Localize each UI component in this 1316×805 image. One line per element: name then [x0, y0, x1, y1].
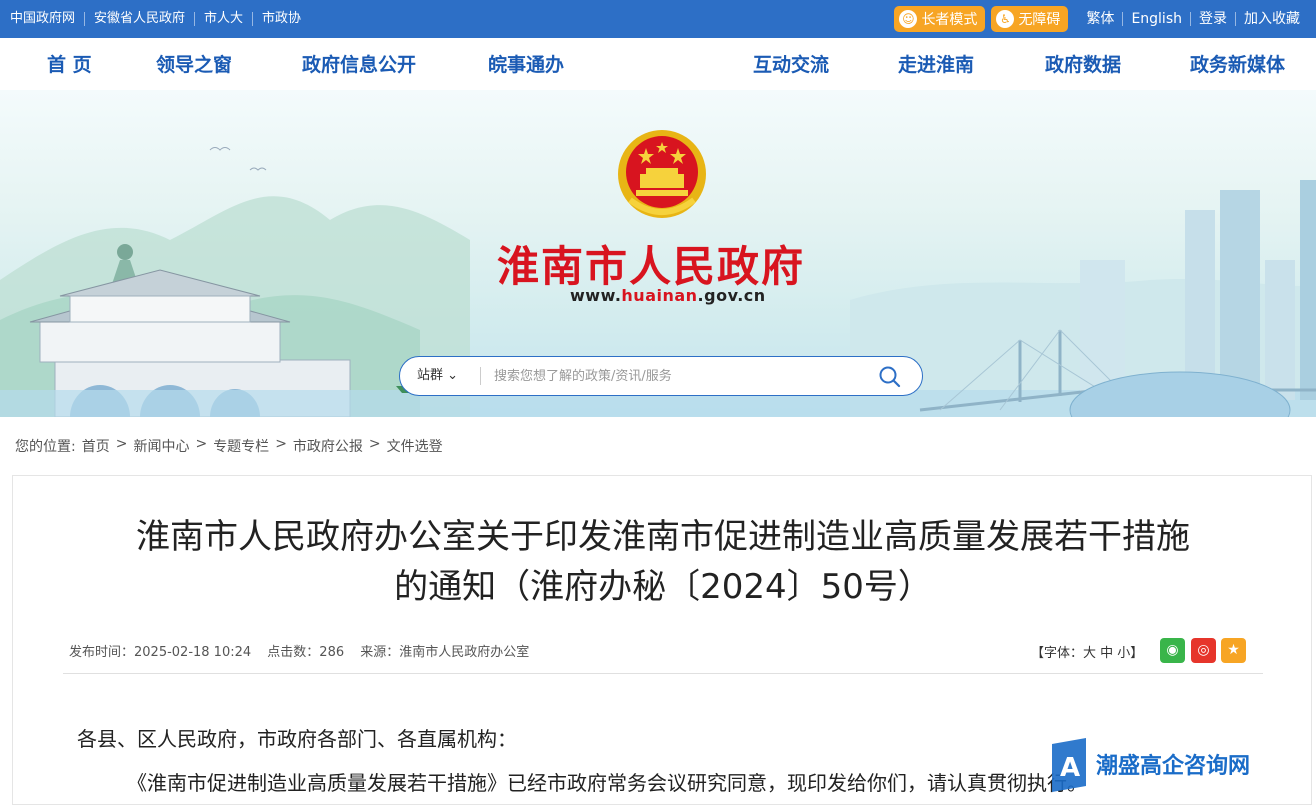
breadcrumb-home[interactable]: 首页: [82, 436, 110, 456]
search-icon[interactable]: [878, 365, 902, 389]
accessibility-button[interactable]: ♿ 无障碍: [991, 6, 1069, 32]
article-title-line-2: 的通知（淮府办秘〔2024〕50号）: [394, 567, 932, 607]
elder-mode-button[interactable]: ☺ 长者模式: [894, 6, 986, 32]
article-meta: 发布时间：2025-02-18 10:24 点击数：286 来源：淮南市人民政府…: [69, 641, 541, 660]
watermark-logo-icon: A: [1052, 738, 1086, 792]
search-bar: 站群 ⌄: [399, 356, 923, 396]
add-favorite-link[interactable]: 加入收藏: [1235, 12, 1308, 26]
site-url: www.huainan.gov.cn: [570, 286, 766, 305]
top-right-tools: ☺ 长者模式 ♿ 无障碍 繁体 English 登录 加入收藏: [894, 0, 1308, 38]
breadcrumb-label: 您的位置:: [15, 439, 76, 455]
meta-divider: [63, 673, 1263, 674]
click-count: 点击数：286: [267, 645, 345, 660]
breadcrumb-documents[interactable]: 文件选登: [387, 436, 443, 456]
article-salutation: 各县、区人民政府，市政府各部门、各直属机构：: [77, 727, 517, 751]
login-link[interactable]: 登录: [1190, 12, 1235, 26]
breadcrumb-news[interactable]: 新闻中心: [133, 436, 189, 456]
nav-about-huainan[interactable]: 走进淮南: [898, 38, 974, 90]
publish-time: 发布时间：2025-02-18 10:24: [69, 645, 252, 660]
site-url-domain: huainan: [621, 286, 698, 305]
nav-gov-data[interactable]: 政府数据: [1045, 38, 1121, 90]
nav-services[interactable]: 皖事通办: [488, 38, 564, 90]
nav-new-media[interactable]: 政务新媒体: [1190, 38, 1285, 90]
article-paragraph: 《淮南市促进制造业高质量发展若干措施》已经市政府常务会议研究同意，现印发给你们，…: [127, 771, 1087, 795]
external-links: 中国政府网 安徽省人民政府 市人大 市政协: [10, 0, 310, 38]
elder-mode-label: 长者模式: [921, 12, 978, 28]
watermark-text: 潮盛高企咨询网: [1096, 753, 1251, 779]
english-link[interactable]: English: [1122, 12, 1190, 26]
top-bar: 中国政府网 安徽省人民政府 市人大 市政协 ☺ 长者模式 ♿ 无障碍 繁体 En…: [0, 0, 1316, 38]
link-china-gov[interactable]: 中国政府网: [10, 12, 84, 26]
site-title: 淮南市人民政府: [497, 242, 806, 291]
elder-icon: ☺: [899, 10, 918, 28]
watermark: A 潮盛高企咨询网: [1046, 734, 1250, 794]
link-city-cppcc[interactable]: 市政协: [252, 12, 310, 26]
accessibility-label: 无障碍: [1018, 12, 1061, 28]
site-url-suffix: .gov.cn: [697, 286, 766, 305]
header-banner: 淮南市人民政府 www.huainan.gov.cn 站群 ⌄: [0, 90, 1316, 417]
article-title: 淮南市人民政府办公室关于印发淮南市促进制造业高质量发展若干措施 的通知（淮府办秘…: [53, 512, 1273, 612]
search-separator: [480, 367, 481, 385]
nav-gov-info[interactable]: 政府信息公开: [302, 38, 416, 90]
national-emblem-icon: [618, 130, 706, 218]
main-nav: 首 页 领导之窗 政府信息公开 皖事通办 互动交流 走进淮南 政府数据 政务新媒…: [0, 38, 1316, 90]
weibo-share-icon[interactable]: ◎: [1191, 638, 1216, 663]
breadcrumb-topics[interactable]: 专题专栏: [213, 436, 269, 456]
wechat-share-icon[interactable]: ◉: [1160, 638, 1185, 663]
wheelchair-icon: ♿: [996, 10, 1015, 28]
link-city-congress[interactable]: 市人大: [194, 12, 252, 26]
breadcrumb-gazette[interactable]: 市政府公报: [293, 436, 363, 456]
article-title-line-1: 淮南市人民政府办公室关于印发淮南市促进制造业高质量发展若干措施: [136, 517, 1190, 557]
site-url-prefix: www.: [570, 286, 622, 305]
svg-text:A: A: [1060, 753, 1080, 783]
breadcrumb-separator: >: [115, 436, 128, 452]
nav-leaders[interactable]: 领导之窗: [156, 38, 232, 90]
nav-home[interactable]: 首 页: [47, 38, 92, 90]
search-scope-select[interactable]: 站群 ⌄: [417, 357, 458, 395]
nav-interaction[interactable]: 互动交流: [753, 38, 829, 90]
traditional-chinese-link[interactable]: 繁体: [1078, 12, 1122, 26]
breadcrumb-separator: >: [195, 436, 208, 452]
search-input[interactable]: [494, 364, 854, 388]
link-anhui-gov[interactable]: 安徽省人民政府: [84, 12, 194, 26]
breadcrumb-separator: >: [368, 436, 381, 452]
font-size-switcher[interactable]: 【字体：大 中 小】: [1031, 642, 1143, 661]
article-source: 来源：淮南市人民政府办公室: [360, 645, 530, 660]
favorite-star-icon[interactable]: ★: [1221, 638, 1246, 663]
search-scope-label: 站群: [417, 368, 444, 383]
chevron-down-icon: ⌄: [447, 368, 459, 383]
breadcrumb-separator: >: [275, 436, 287, 452]
breadcrumb: 您的位置: 首页 > 新闻中心 > 专题专栏 > 市政府公报 > 文件选登: [15, 436, 449, 456]
